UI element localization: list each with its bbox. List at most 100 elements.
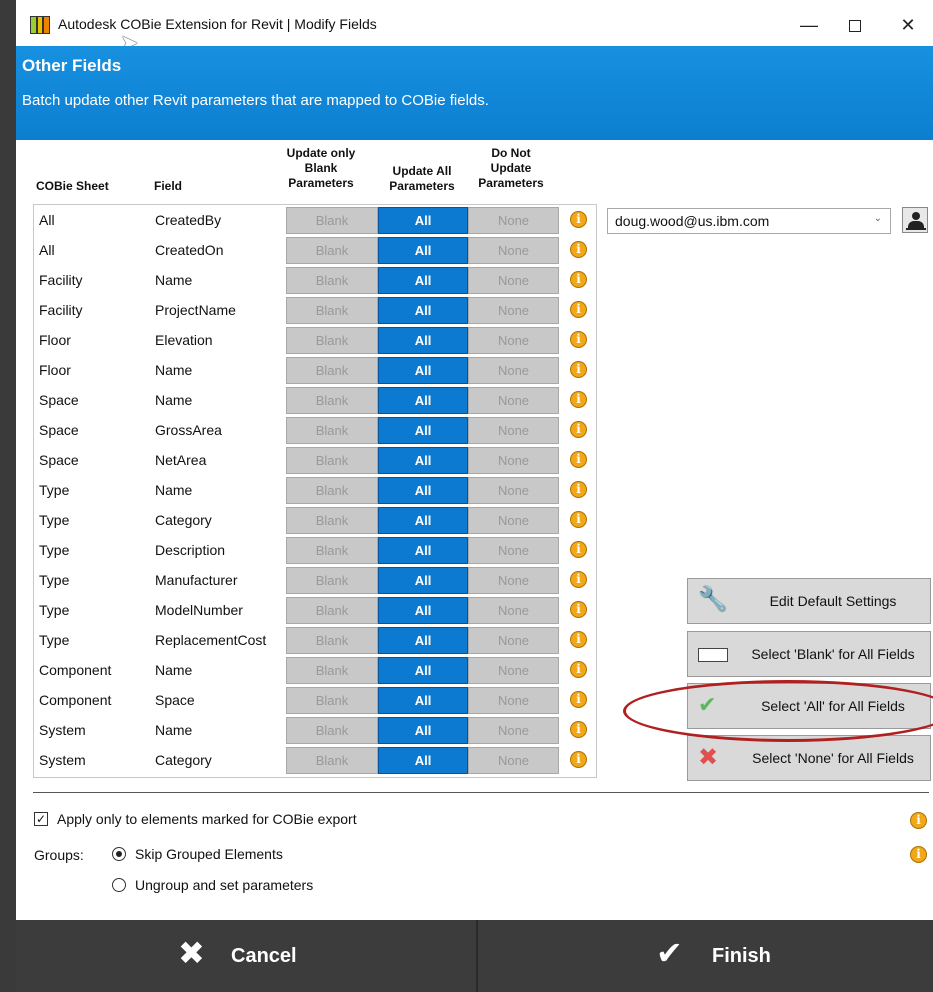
user-account-button[interactable]: [902, 207, 928, 233]
blank-option-button[interactable]: Blank: [286, 747, 378, 774]
maximize-icon: [849, 20, 861, 33]
none-option-button[interactable]: None: [468, 357, 559, 384]
all-option-button[interactable]: All: [378, 597, 468, 624]
blank-option-button[interactable]: Blank: [286, 237, 378, 264]
select-all-all-button[interactable]: ✔ Select 'All' for All Fields: [687, 683, 931, 729]
none-option-button[interactable]: None: [468, 417, 559, 444]
info-icon[interactable]: i: [570, 271, 587, 288]
all-option-button[interactable]: All: [378, 207, 468, 234]
blank-option-button[interactable]: Blank: [286, 477, 378, 504]
close-button[interactable]: ✕: [888, 12, 928, 38]
blank-option-button[interactable]: Blank: [286, 417, 378, 444]
none-option-button[interactable]: None: [468, 687, 559, 714]
table-row: Component Space Blank All None i: [34, 685, 596, 715]
all-option-button[interactable]: All: [378, 477, 468, 504]
all-option-button[interactable]: All: [378, 357, 468, 384]
skip-grouped-radio[interactable]: [112, 847, 126, 861]
blank-option-button[interactable]: Blank: [286, 297, 378, 324]
blank-option-button[interactable]: Blank: [286, 447, 378, 474]
blank-option-button[interactable]: Blank: [286, 687, 378, 714]
blank-option-button[interactable]: Blank: [286, 567, 378, 594]
info-icon[interactable]: i: [570, 361, 587, 378]
all-option-button[interactable]: All: [378, 717, 468, 744]
user-select[interactable]: doug.wood@us.ibm.com ⌄: [607, 208, 891, 234]
all-option-button[interactable]: All: [378, 327, 468, 354]
none-option-button[interactable]: None: [468, 717, 559, 744]
all-option-button[interactable]: All: [378, 567, 468, 594]
cobie-sheet-cell: Space: [39, 392, 79, 408]
none-option-button[interactable]: None: [468, 207, 559, 234]
info-icon[interactable]: i: [570, 301, 587, 318]
info-icon[interactable]: i: [570, 601, 587, 618]
cancel-button[interactable]: ✖ Cancel: [16, 920, 478, 992]
none-option-button[interactable]: None: [468, 747, 559, 774]
all-option-button[interactable]: All: [378, 237, 468, 264]
all-option-button[interactable]: All: [378, 627, 468, 654]
all-option-button[interactable]: All: [378, 657, 468, 684]
maximize-button[interactable]: [835, 12, 875, 38]
info-icon[interactable]: i: [570, 721, 587, 738]
app-icon: [30, 16, 51, 34]
none-option-button[interactable]: None: [468, 387, 559, 414]
blank-option-button[interactable]: Blank: [286, 327, 378, 354]
ungroup-radio[interactable]: [112, 878, 126, 892]
blank-option-button[interactable]: Blank: [286, 597, 378, 624]
finish-button[interactable]: ✔ Finish: [480, 920, 933, 992]
none-option-button[interactable]: None: [468, 507, 559, 534]
none-option-button[interactable]: None: [468, 297, 559, 324]
field-cell: Name: [155, 722, 193, 738]
select-blank-all-button[interactable]: Select 'Blank' for All Fields: [687, 631, 931, 677]
info-icon[interactable]: i: [570, 661, 587, 678]
blank-option-button[interactable]: Blank: [286, 627, 378, 654]
blank-option-button[interactable]: Blank: [286, 507, 378, 534]
info-icon[interactable]: i: [570, 511, 587, 528]
info-icon[interactable]: i: [570, 211, 587, 228]
all-option-button[interactable]: All: [378, 267, 468, 294]
blank-option-button[interactable]: Blank: [286, 717, 378, 744]
info-icon[interactable]: i: [570, 751, 587, 768]
info-icon[interactable]: i: [570, 331, 587, 348]
all-option-button[interactable]: All: [378, 417, 468, 444]
none-option-button[interactable]: None: [468, 477, 559, 504]
info-icon[interactable]: i: [570, 421, 587, 438]
none-option-button[interactable]: None: [468, 657, 559, 684]
minimize-button[interactable]: —: [789, 12, 829, 38]
info-icon[interactable]: i: [570, 571, 587, 588]
none-option-button[interactable]: None: [468, 237, 559, 264]
info-icon[interactable]: i: [570, 241, 587, 258]
info-icon[interactable]: i: [570, 541, 587, 558]
none-option-button[interactable]: None: [468, 537, 559, 564]
all-option-button[interactable]: All: [378, 687, 468, 714]
blank-option-button[interactable]: Blank: [286, 537, 378, 564]
select-none-all-button[interactable]: ✖ Select 'None' for All Fields: [687, 735, 931, 781]
all-option-button[interactable]: All: [378, 537, 468, 564]
all-option-button[interactable]: All: [378, 447, 468, 474]
none-option-button[interactable]: None: [468, 627, 559, 654]
edit-default-settings-button[interactable]: 🔧 Edit Default Settings: [687, 578, 931, 624]
all-option-button[interactable]: All: [378, 507, 468, 534]
info-icon[interactable]: i: [570, 481, 587, 498]
info-icon[interactable]: i: [570, 391, 587, 408]
all-option-button[interactable]: All: [378, 747, 468, 774]
info-icon[interactable]: i: [570, 451, 587, 468]
info-icon[interactable]: i: [910, 846, 927, 863]
none-option-button[interactable]: None: [468, 267, 559, 294]
apply-only-checkbox[interactable]: ✓: [34, 812, 48, 826]
cobie-sheet-cell: Space: [39, 452, 79, 468]
cobie-sheet-cell: Component: [39, 692, 112, 708]
apply-only-label: Apply only to elements marked for COBie …: [57, 811, 357, 827]
blank-option-button[interactable]: Blank: [286, 207, 378, 234]
all-option-button[interactable]: All: [378, 297, 468, 324]
all-option-button[interactable]: All: [378, 387, 468, 414]
info-icon[interactable]: i: [910, 812, 927, 829]
blank-option-button[interactable]: Blank: [286, 657, 378, 684]
info-icon[interactable]: i: [570, 691, 587, 708]
info-icon[interactable]: i: [570, 631, 587, 648]
none-option-button[interactable]: None: [468, 447, 559, 474]
blank-option-button[interactable]: Blank: [286, 267, 378, 294]
blank-option-button[interactable]: Blank: [286, 357, 378, 384]
blank-option-button[interactable]: Blank: [286, 387, 378, 414]
none-option-button[interactable]: None: [468, 567, 559, 594]
none-option-button[interactable]: None: [468, 597, 559, 624]
none-option-button[interactable]: None: [468, 327, 559, 354]
